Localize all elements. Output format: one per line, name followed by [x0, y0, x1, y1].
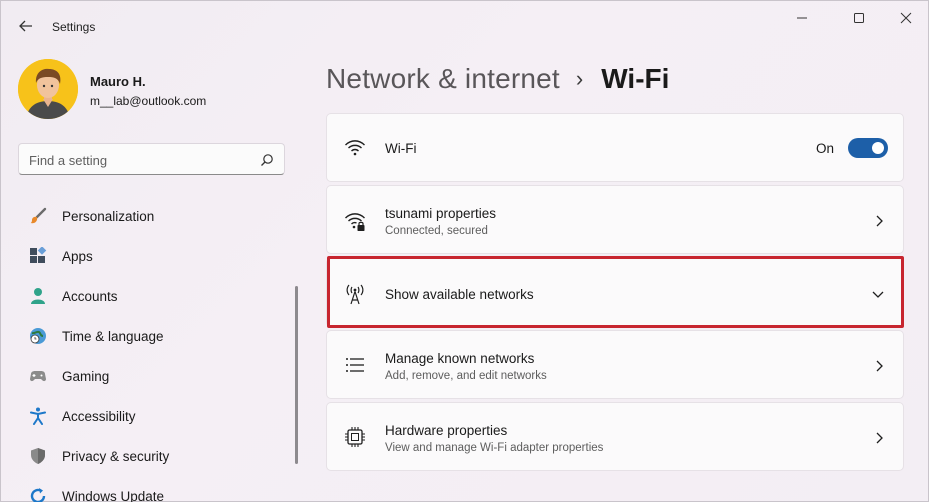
search-box[interactable]	[18, 143, 285, 175]
breadcrumb: Network & internet › Wi-Fi	[326, 59, 669, 99]
update-icon	[30, 488, 46, 502]
hardware-properties-card[interactable]: Hardware properties View and manage Wi-F…	[326, 402, 904, 471]
sidebar-item-label: Apps	[62, 249, 93, 264]
show-available-networks-card[interactable]: Show available networks	[326, 258, 904, 327]
shield-icon	[31, 448, 45, 464]
wifi-toggle-card: Wi-Fi On	[326, 113, 904, 182]
user-email: m__lab@outlook.com	[90, 94, 207, 108]
search-icon[interactable]	[260, 153, 274, 167]
paintbrush-icon	[30, 207, 47, 224]
settings-window: Settings Mauro H. m__lab@outlook.com Fin…	[0, 0, 929, 502]
person-icon	[31, 288, 45, 304]
hardware-properties-title: Hardware properties	[385, 423, 508, 438]
show-available-networks-title: Show available networks	[385, 287, 534, 302]
wifi-toggle-state: On	[816, 141, 835, 156]
sidebar-item-windows-update[interactable]: Windows Update	[18, 476, 288, 502]
globe-clock-icon	[30, 328, 46, 344]
hardware-properties-subtitle: View and manage Wi-Fi adapter properties	[385, 442, 604, 454]
apps-icon	[30, 247, 47, 263]
sidebar-item-label: Windows Update	[62, 489, 165, 502]
sidebar-item-personalization[interactable]: Personalization	[18, 196, 288, 236]
chip-icon	[345, 427, 365, 447]
chevron-right-icon	[876, 432, 883, 444]
search-input[interactable]	[29, 150, 249, 170]
network-properties-title: tsunami properties	[385, 206, 497, 221]
network-properties-card[interactable]: tsunami properties Connected, secured	[326, 185, 904, 254]
sidebar-item-label: Personalization	[62, 209, 155, 224]
chevron-right-icon	[876, 215, 883, 227]
sidebar-item-time-language[interactable]: Time & language	[18, 316, 288, 356]
sidebar-scrollbar[interactable]	[295, 286, 298, 464]
sidebar-item-apps[interactable]: Apps	[18, 236, 288, 276]
sidebar-item-label: Gaming	[62, 369, 110, 384]
wifi-secure-icon	[345, 213, 365, 231]
antenna-icon	[346, 284, 364, 305]
back-arrow-icon	[19, 20, 32, 32]
list-icon	[346, 358, 364, 372]
breadcrumb-separator: ›	[575, 66, 584, 91]
toggle-knob	[872, 142, 884, 154]
minimize-icon	[797, 17, 807, 19]
sidebar-item-label: Accessibility	[62, 409, 136, 424]
sidebar-item-gaming[interactable]: Gaming	[18, 356, 288, 396]
page-title: Wi-Fi	[601, 63, 670, 94]
maximize-button[interactable]	[847, 8, 871, 28]
wifi-toggle[interactable]	[848, 138, 888, 158]
title-bar: Settings	[1, 1, 928, 51]
avatar-person-icon	[18, 59, 78, 119]
close-icon	[900, 12, 912, 24]
chevron-down-icon	[872, 291, 884, 298]
manage-known-networks-card[interactable]: Manage known networks Add, remove, and e…	[326, 330, 904, 399]
maximize-icon	[854, 13, 864, 23]
breadcrumb-parent[interactable]: Network & internet	[326, 63, 560, 95]
close-button[interactable]	[894, 8, 918, 28]
sidebar-item-label: Privacy & security	[62, 449, 170, 464]
accessibility-icon	[30, 407, 46, 425]
sidebar-item-label: Accounts	[62, 289, 118, 304]
avatar[interactable]	[18, 59, 78, 119]
manage-known-networks-subtitle: Add, remove, and edit networks	[385, 370, 547, 382]
wifi-icon	[345, 140, 365, 156]
sidebar-item-privacy-security[interactable]: Privacy & security	[18, 436, 288, 476]
user-name: Mauro H.	[90, 74, 146, 89]
sidebar-item-accessibility[interactable]: Accessibility	[18, 396, 288, 436]
gamepad-icon	[30, 371, 46, 382]
wifi-title: Wi-Fi	[385, 141, 417, 156]
chevron-right-icon	[876, 360, 883, 372]
back-button[interactable]	[15, 15, 37, 37]
app-title: Settings	[52, 20, 96, 34]
minimize-button[interactable]	[790, 8, 814, 28]
manage-known-networks-title: Manage known networks	[385, 351, 535, 366]
sidebar-nav: Personalization Apps Accounts Time & lan…	[18, 196, 288, 502]
sidebar-item-label: Time & language	[62, 329, 164, 344]
network-properties-subtitle: Connected, secured	[385, 225, 488, 237]
sidebar-item-accounts[interactable]: Accounts	[18, 276, 288, 316]
